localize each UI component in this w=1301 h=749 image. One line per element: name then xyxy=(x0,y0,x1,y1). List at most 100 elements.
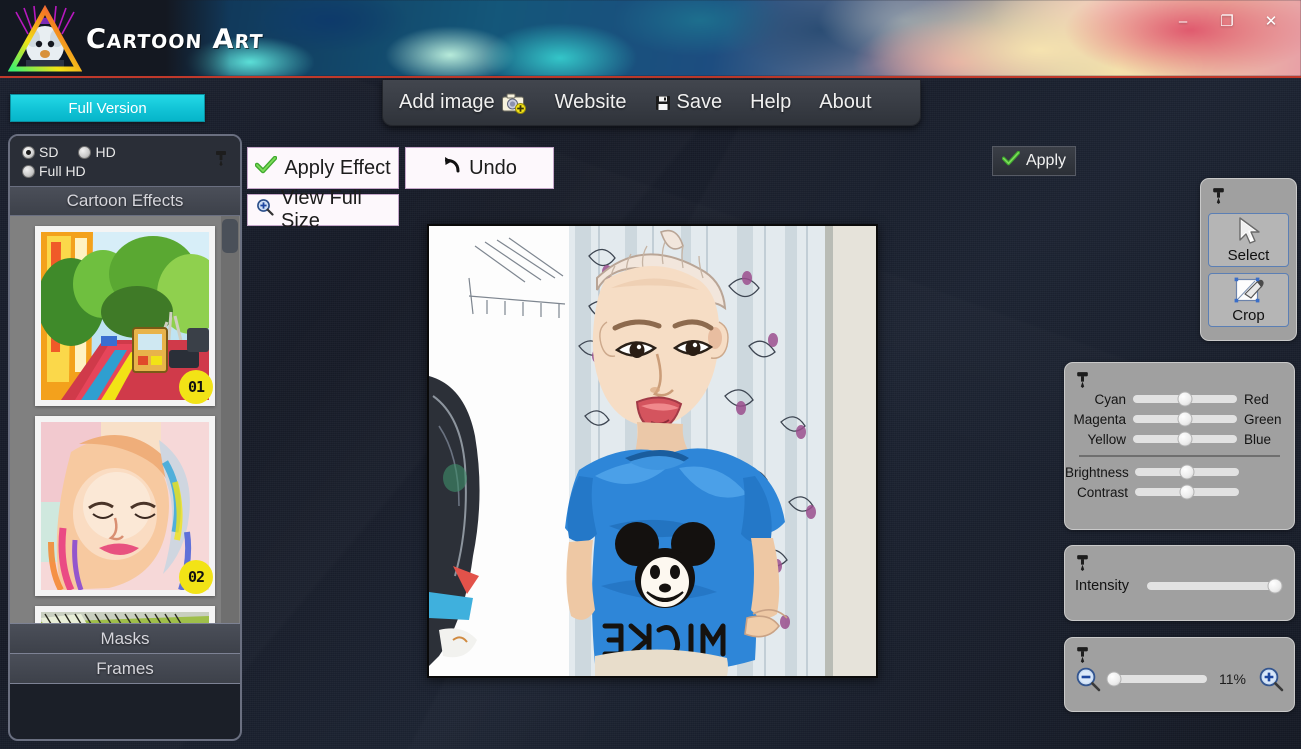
pushpin-icon-intensity[interactable] xyxy=(1075,554,1090,571)
section-title-cartoon-effects[interactable]: Cartoon Effects xyxy=(10,186,240,216)
sidebar-button-masks[interactable]: Masks xyxy=(10,623,240,653)
slider-knob-zoom[interactable] xyxy=(1106,671,1122,687)
crop-tool-button[interactable]: Crop xyxy=(1208,273,1289,327)
apply-button[interactable]: Apply xyxy=(992,146,1076,176)
effect-thumbnail-03[interactable] xyxy=(35,606,215,623)
zoom-percent-label: 11% xyxy=(1219,671,1246,687)
undo-button[interactable]: Undo xyxy=(405,147,554,189)
slider-label-brightness: Brightness xyxy=(1065,464,1129,480)
menu-item-website[interactable]: Website xyxy=(541,87,641,118)
magnifier-minus-icon[interactable] xyxy=(1075,666,1101,692)
sidebar-bottom-filler xyxy=(10,683,240,731)
slider-row-cyan-red: Cyan Red xyxy=(1065,389,1294,409)
brand-title: Cartoon Art xyxy=(85,23,265,55)
slider-row-brightness: Brightness xyxy=(1065,462,1294,482)
slider-label-cyan: Cyan xyxy=(1094,391,1126,407)
slider-knob-cyan-red[interactable] xyxy=(1177,391,1193,407)
slider-label-green: Green xyxy=(1244,411,1282,427)
slider-knob-magenta-green[interactable] xyxy=(1177,411,1193,427)
app-window: Cartoon Art ‒ ❐ ✕ Add image Website Save… xyxy=(0,0,1301,749)
pushpin-icon-color[interactable] xyxy=(1075,371,1090,388)
radio-label-sd[interactable]: SD xyxy=(39,144,58,160)
zoom-controls-row: 11% xyxy=(1065,666,1294,692)
menu-item-save[interactable]: Save xyxy=(641,87,737,118)
window-controls: ‒ ❐ ✕ xyxy=(1161,7,1293,35)
effects-thumbnail-list[interactable]: 01 02 xyxy=(10,216,240,623)
menu-label-add-image: Add image xyxy=(399,91,495,113)
canvas-image[interactable] xyxy=(427,224,878,678)
slider-track-yellow-blue[interactable] xyxy=(1133,431,1237,447)
intensity-label: Intensity xyxy=(1075,578,1129,594)
zoom-in-magnifier-icon-toolbar xyxy=(256,198,274,222)
floppy-disk-icon xyxy=(655,95,671,111)
view-full-size-label: View Full Size xyxy=(281,187,362,232)
resolution-selector: SD HD Full HD xyxy=(10,136,240,186)
slider-knob-intensity[interactable] xyxy=(1267,578,1283,594)
view-full-size-button[interactable]: View Full Size xyxy=(247,187,399,232)
radio-sd[interactable] xyxy=(22,145,35,159)
maximize-icon[interactable]: ❐ xyxy=(1205,7,1249,35)
slider-track-brightness[interactable] xyxy=(1135,464,1239,480)
select-tool-button[interactable]: Select xyxy=(1208,213,1289,267)
menu-item-add-image[interactable]: Add image xyxy=(383,87,541,118)
crop-trowel-icon xyxy=(1233,276,1265,311)
menu-label-about: About xyxy=(819,91,872,113)
radio-hd[interactable] xyxy=(78,145,92,159)
intensity-panel: Intensity xyxy=(1064,545,1295,621)
slider-track-magenta-green[interactable] xyxy=(1133,411,1237,427)
radio-full-hd[interactable] xyxy=(22,164,35,178)
undo-arrow-icon xyxy=(442,156,462,180)
color-adjust-panel: Cyan Red Magenta Green Yellow Blue Brigh… xyxy=(1064,362,1295,530)
effect-thumbnail-03-image xyxy=(41,612,209,623)
panel-divider xyxy=(1079,455,1280,457)
zoom-panel: 11% xyxy=(1064,637,1295,712)
menu-item-help[interactable]: Help xyxy=(736,87,805,118)
magnifier-plus-icon[interactable] xyxy=(1258,666,1284,692)
resolution-row-bottom: Full HD xyxy=(22,163,230,179)
app-logo: Cartoon Art xyxy=(8,2,264,76)
close-icon[interactable]: ✕ xyxy=(1249,7,1293,35)
menu-label-help: Help xyxy=(750,91,792,113)
logo-triangle-icon xyxy=(8,4,82,74)
undo-label: Undo xyxy=(469,156,517,179)
effect-thumbnail-01[interactable]: 01 xyxy=(35,226,215,406)
pushpin-icon-sidebar[interactable] xyxy=(214,150,228,166)
green-check-icon-apply xyxy=(1001,150,1021,171)
slider-track-cyan-red[interactable] xyxy=(1133,391,1237,407)
sidebar-button-frames[interactable]: Frames xyxy=(10,653,240,683)
slider-track-zoom[interactable] xyxy=(1106,671,1207,687)
slider-knob-brightness[interactable] xyxy=(1179,464,1195,480)
main-menu-bar: Add image Website Save Help About xyxy=(382,80,921,126)
resolution-row-top: SD HD xyxy=(22,144,230,160)
pushpin-icon-tools[interactable] xyxy=(1211,187,1226,204)
radio-label-hd[interactable]: HD xyxy=(95,144,115,160)
effects-scrollbar[interactable] xyxy=(221,216,239,623)
slider-knob-contrast[interactable] xyxy=(1179,484,1195,500)
effect-badge-01: 01 xyxy=(179,370,213,404)
slider-row-yellow-blue: Yellow Blue xyxy=(1065,429,1294,449)
radio-label-full-hd[interactable]: Full HD xyxy=(39,163,86,179)
effects-scrollbar-thumb[interactable] xyxy=(222,219,238,253)
slider-label-contrast: Contrast xyxy=(1076,484,1128,500)
menu-label-save: Save xyxy=(676,91,723,113)
slider-row-magenta-green: Magenta Green xyxy=(1065,409,1294,429)
menu-label-website: Website xyxy=(554,91,627,113)
slider-track-intensity[interactable] xyxy=(1147,578,1283,594)
effects-sidebar: SD HD Full HD Cartoon Effects 01 02 Mask… xyxy=(8,134,242,741)
camera-add-icon xyxy=(501,92,527,114)
slider-row-contrast: Contrast xyxy=(1065,482,1294,502)
slider-label-blue: Blue xyxy=(1244,431,1272,447)
tools-panel: Select Crop xyxy=(1200,178,1297,341)
slider-label-magenta: Magenta xyxy=(1073,411,1126,427)
slider-label-yellow: Yellow xyxy=(1087,431,1126,447)
effect-thumbnail-02[interactable]: 02 xyxy=(35,416,215,596)
cursor-arrow-icon xyxy=(1234,216,1264,251)
slider-track-contrast[interactable] xyxy=(1135,484,1239,500)
menu-item-about[interactable]: About xyxy=(805,87,885,118)
slider-knob-yellow-blue[interactable] xyxy=(1177,431,1193,447)
effect-badge-02: 02 xyxy=(179,560,213,594)
minimize-icon[interactable]: ‒ xyxy=(1161,7,1205,35)
apply-effect-button[interactable]: Apply Effect xyxy=(247,147,399,189)
pushpin-icon-zoom[interactable] xyxy=(1075,646,1090,663)
full-version-button[interactable]: Full Version xyxy=(10,94,205,122)
